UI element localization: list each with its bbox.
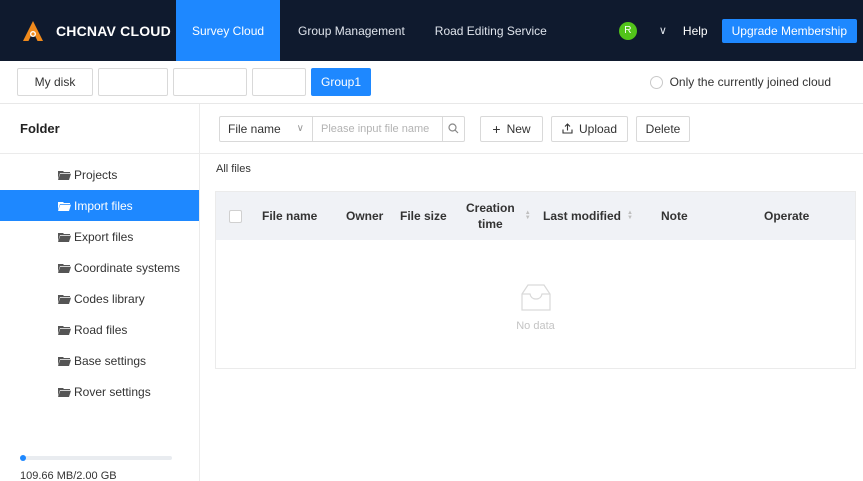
search-field-select[interactable]: File name ∨ — [220, 116, 313, 141]
folder-item-base-settings[interactable]: Base settings — [0, 345, 199, 376]
file-toolbar: File name ∨ + New Upload Delete — [200, 104, 863, 154]
folder-label: Import files — [74, 198, 133, 213]
sort-icon[interactable]: ▲ ▼ — [627, 210, 633, 221]
empty-inbox-icon — [520, 284, 551, 311]
folder-icon — [58, 325, 71, 335]
search-button[interactable] — [442, 116, 464, 141]
disk-selector-bar: My disk Group1 Only the currently joined… — [0, 61, 863, 104]
help-link[interactable]: Help — [683, 24, 708, 38]
upgrade-membership-button[interactable]: Upgrade Membership — [721, 18, 857, 43]
new-label: New — [506, 121, 531, 136]
folder-list: Projects Import files Export files Coord… — [0, 159, 199, 407]
folder-item-export-files[interactable]: Export files — [0, 221, 199, 252]
folder-item-projects[interactable]: Projects — [0, 159, 199, 190]
disk-tab-blank-3[interactable] — [252, 68, 306, 96]
nav-survey-cloud[interactable]: Survey Cloud — [176, 0, 281, 61]
storage-usage-fill — [20, 455, 26, 461]
column-creation-time[interactable]: Creation time ▲ ▼ — [466, 200, 531, 232]
folder-label: Road files — [74, 322, 128, 337]
folder-icon — [58, 294, 71, 304]
column-file-name: File name — [262, 209, 318, 223]
creation-time-line1: Creation — [466, 201, 515, 215]
joined-cloud-radio[interactable]: Only the currently joined cloud — [649, 75, 831, 89]
sort-icon[interactable]: ▲ ▼ — [525, 210, 531, 221]
top-navigation-bar: CHCNAV CLOUD Survey Cloud Group Manageme… — [0, 0, 863, 61]
search-input[interactable] — [313, 116, 442, 141]
chcnav-logo-icon — [23, 20, 43, 41]
files-table: File name Owner File size Creation time … — [215, 191, 856, 369]
select-all-checkbox[interactable] — [229, 209, 242, 223]
folder-item-road-files[interactable]: Road files — [0, 314, 199, 345]
folder-icon — [58, 232, 71, 242]
folder-sidebar: Folder Projects Import files Export file… — [0, 104, 200, 481]
nav-road-editing-service[interactable]: Road Editing Service — [419, 0, 561, 61]
delete-button[interactable]: Delete — [636, 115, 690, 142]
storage-usage-text: 109.66 MB/2.00 GB — [20, 470, 117, 481]
storage-usage-bar — [20, 455, 172, 461]
creation-time-label: Creation time — [466, 200, 515, 232]
upload-icon — [562, 123, 573, 134]
disk-tab-blank-2[interactable] — [173, 68, 247, 96]
search-group: File name ∨ — [219, 115, 465, 142]
folder-label: Rover settings — [74, 384, 151, 399]
chevron-down-icon: ∨ — [296, 123, 304, 134]
group1-button[interactable]: Group1 — [311, 68, 371, 96]
folder-icon — [58, 387, 71, 397]
main-content: File name ∨ + New Upload Delete All file… — [200, 104, 863, 481]
upload-button[interactable]: Upload — [551, 115, 628, 142]
creation-time-line2: time — [478, 217, 503, 231]
folder-icon — [58, 170, 71, 180]
folder-label: Coordinate systems — [74, 260, 181, 275]
upload-label: Upload — [578, 121, 618, 136]
folder-label: Projects — [74, 167, 118, 182]
folder-icon — [58, 356, 71, 366]
brand-name: CHCNAV CLOUD — [56, 22, 171, 39]
user-avatar[interactable]: R — [618, 21, 637, 40]
radio-circle[interactable] — [649, 75, 663, 89]
nav-group-management[interactable]: Group Management — [280, 0, 419, 61]
storage-usage: 109.66 MB/2.00 GB — [20, 455, 172, 481]
folder-title: Folder — [0, 104, 199, 154]
table-header: File name Owner File size Creation time … — [216, 192, 855, 240]
radio-label: Only the currently joined cloud — [669, 75, 831, 89]
new-button[interactable]: + New — [480, 115, 543, 142]
folder-label: Export files — [74, 229, 134, 244]
last-modified-label: Last modified — [543, 209, 622, 223]
column-last-modified[interactable]: Last modified ▲ ▼ — [543, 209, 633, 223]
chevron-down-icon[interactable]: ∨ — [659, 24, 667, 37]
column-note: Note — [661, 209, 688, 223]
folder-label: Codes library — [74, 291, 145, 306]
folder-item-codes-library[interactable]: Codes library — [0, 283, 199, 314]
column-operate: Operate — [764, 209, 810, 223]
checkbox[interactable] — [229, 209, 242, 223]
search-field-value: File name — [228, 121, 281, 136]
empty-state: No data — [216, 240, 855, 368]
folder-icon — [58, 201, 71, 211]
my-disk-button[interactable]: My disk — [17, 68, 93, 96]
disk-tab-blank-1[interactable] — [98, 68, 168, 96]
column-owner: Owner — [346, 209, 384, 223]
brand[interactable]: CHCNAV CLOUD — [0, 0, 176, 61]
folder-icon — [58, 263, 71, 273]
folder-item-rover-settings[interactable]: Rover settings — [0, 376, 199, 407]
empty-state-text: No data — [516, 320, 555, 332]
column-file-size: File size — [400, 209, 447, 223]
search-icon — [448, 123, 459, 134]
breadcrumb[interactable]: All files — [216, 163, 251, 175]
folder-item-import-files[interactable]: Import files — [0, 190, 199, 221]
folder-label: Base settings — [74, 353, 147, 368]
folder-item-coordinate-systems[interactable]: Coordinate systems — [0, 252, 199, 283]
plus-icon: + — [492, 120, 501, 137]
